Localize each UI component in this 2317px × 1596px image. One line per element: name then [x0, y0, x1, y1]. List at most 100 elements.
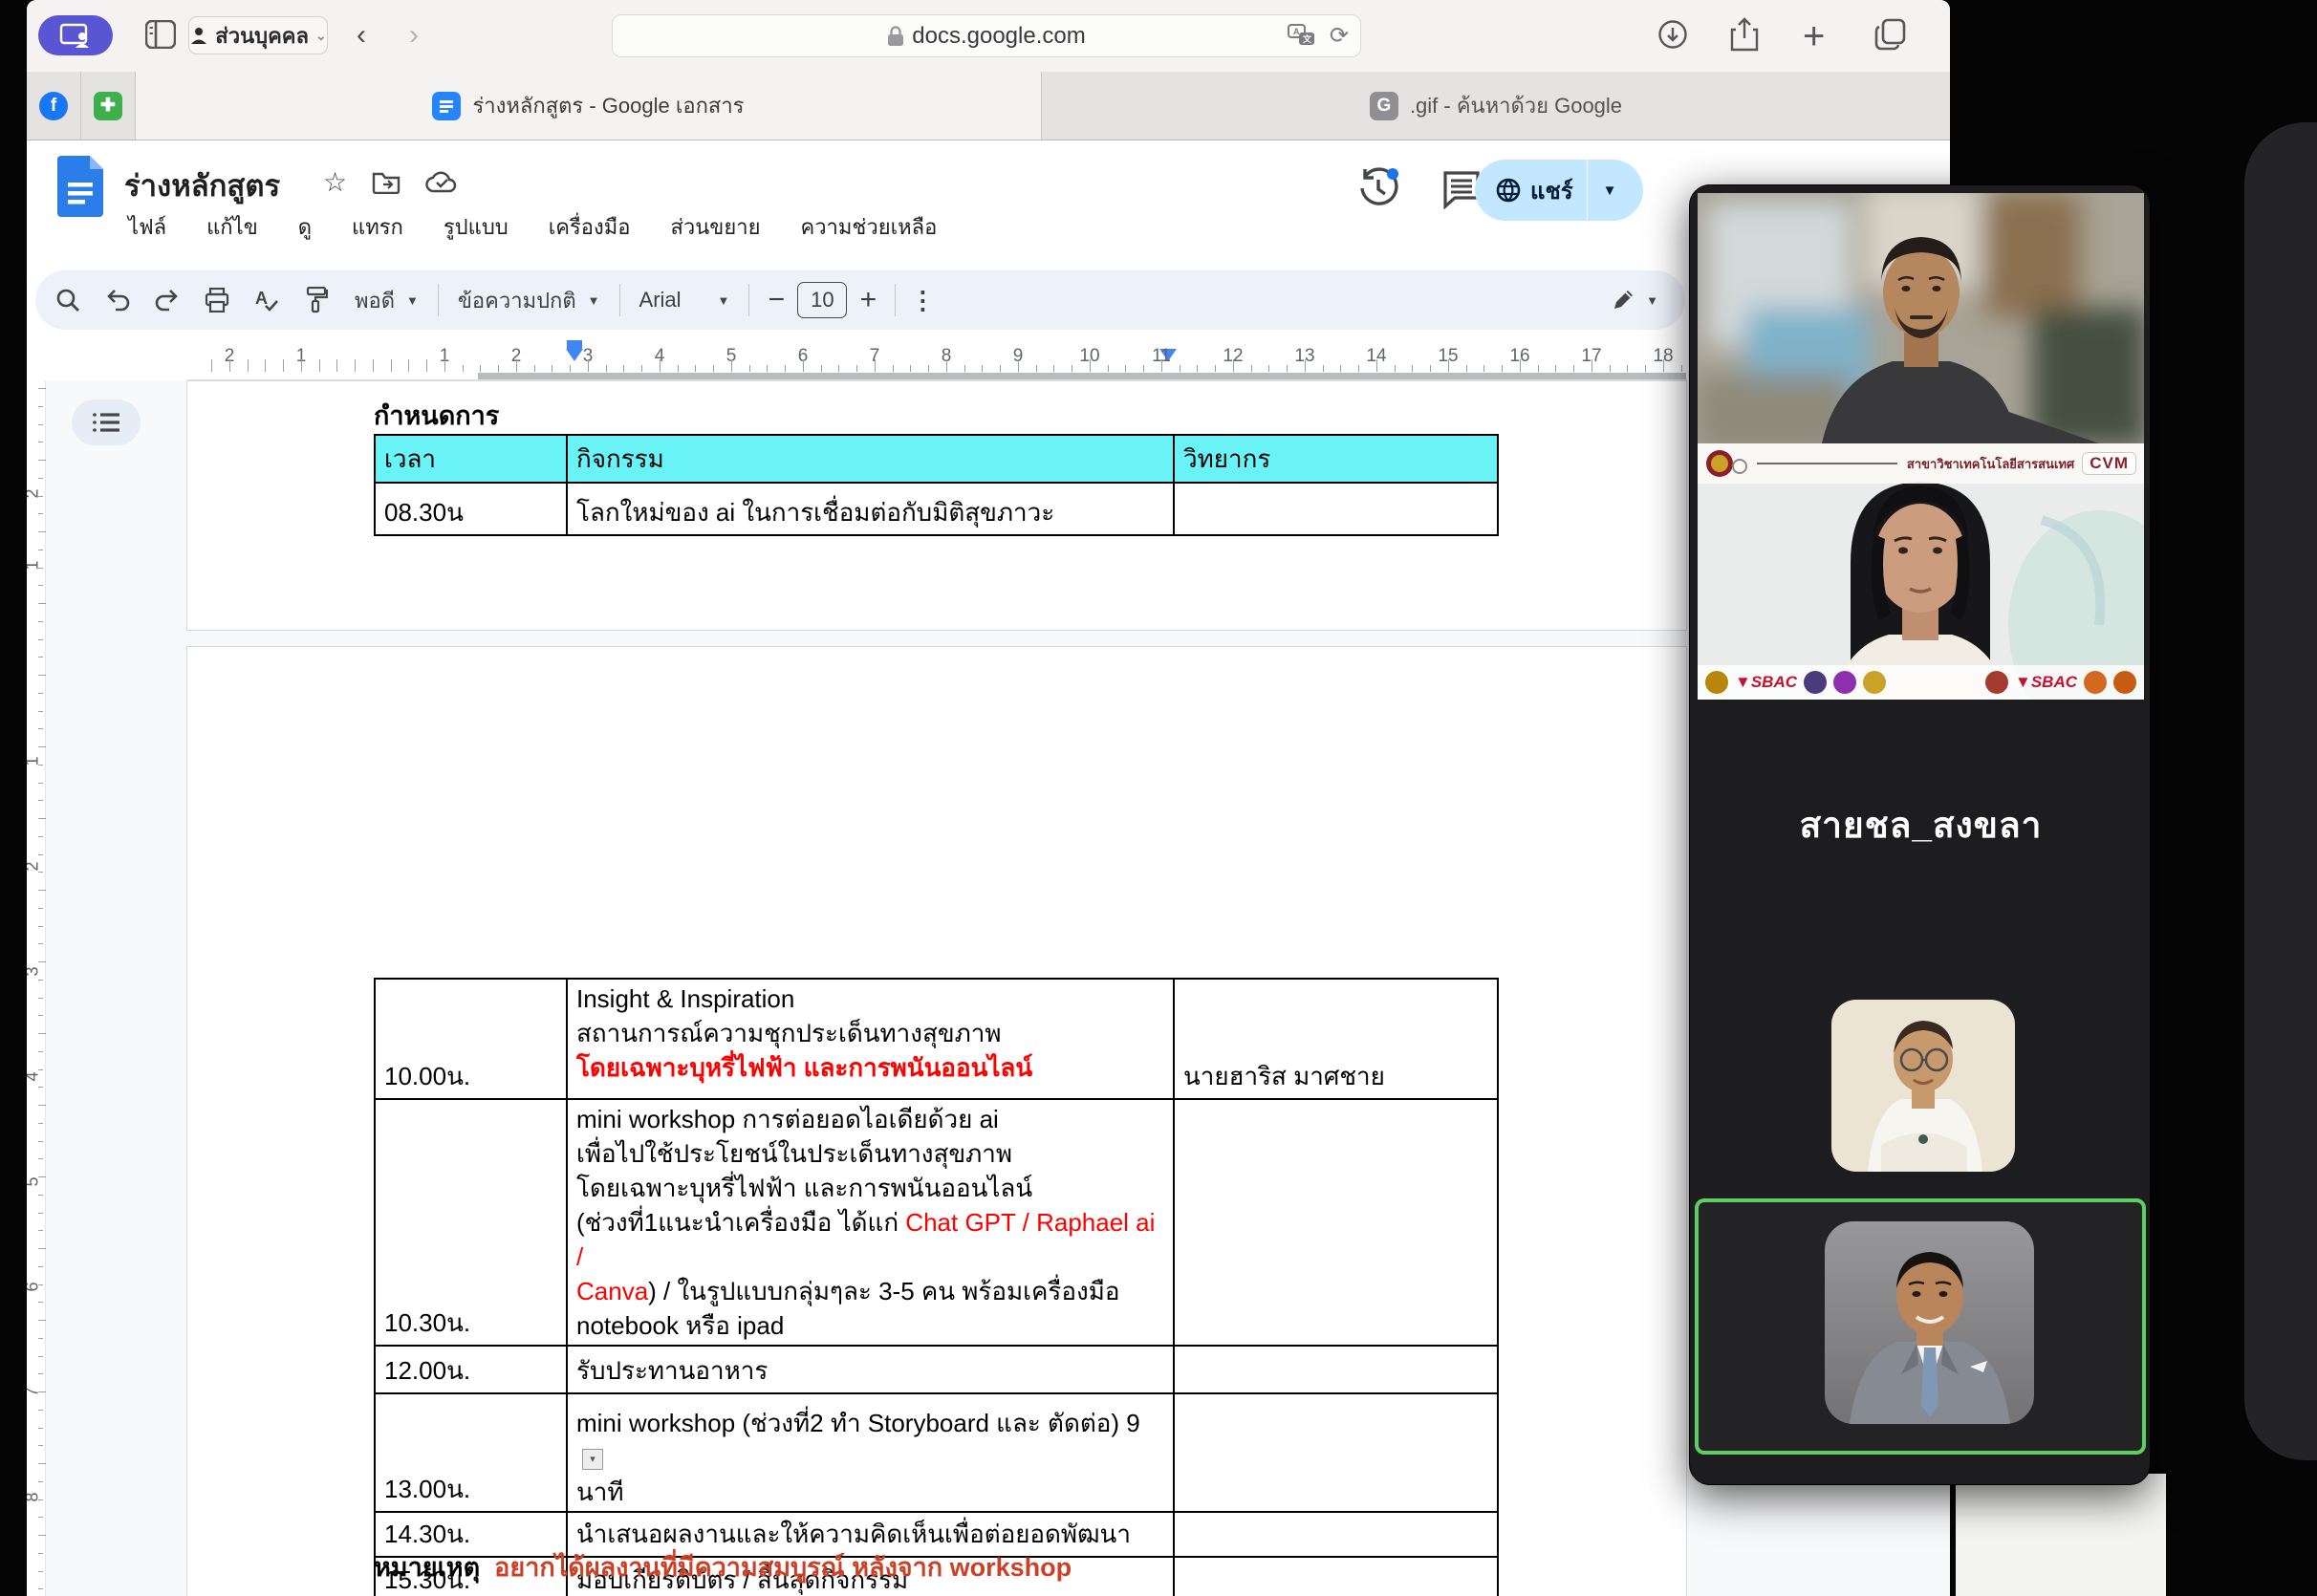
- editing-mode-button[interactable]: ▼: [1598, 289, 1672, 312]
- share-icon: [1730, 17, 1759, 52]
- participant-video-1[interactable]: [1698, 193, 2144, 443]
- undo-button[interactable]: [93, 277, 142, 323]
- profile-menu[interactable]: ส่วนบุคคล ⌄: [188, 16, 328, 54]
- menu-format[interactable]: รูปแบบ: [438, 207, 514, 247]
- schedule-table-1[interactable]: เวลา กิจกรรม วิทยากร 08.30น โลกใหม่ของ a…: [374, 434, 1499, 536]
- reload-icon[interactable]: ⟳: [1330, 22, 1349, 50]
- menu-edit[interactable]: แก้ไข: [201, 207, 264, 247]
- desktop-background-shape: [2244, 122, 2317, 1460]
- tab-bar: f ✚ ร่างหลักสูตร - Google เอกสาร G .gif …: [27, 72, 1950, 140]
- decrease-font-button[interactable]: −: [755, 277, 797, 323]
- chevron-down-icon: ⌄: [315, 28, 327, 44]
- share-dropdown-arrow[interactable]: ▼: [1588, 183, 1633, 199]
- redo-icon: [155, 289, 180, 312]
- tab-google-docs[interactable]: ร่างหลักสูตร - Google เอกสาร: [136, 72, 1042, 140]
- styles-select[interactable]: ข้อความปกติ▼: [444, 284, 614, 317]
- style-value: ข้อความปกติ: [458, 284, 576, 317]
- show-outline-button[interactable]: [72, 399, 141, 445]
- downloads-button[interactable]: [1657, 19, 1688, 56]
- logo-circle-navy: [1804, 671, 1827, 694]
- active-speaker-tile[interactable]: [1695, 1198, 2146, 1455]
- tab-overview-button[interactable]: [1873, 17, 1908, 56]
- page-2[interactable]: 10.00น. Insight & Inspiration สถานการณ์ค…: [186, 646, 1687, 1596]
- participant-video-2[interactable]: สาขาวิชาเทคโนโลยีสารสนเทศ CVM ▼SBAC ▼SBA…: [1698, 443, 2144, 700]
- screen-share-button[interactable]: [38, 15, 113, 55]
- undo-icon: [105, 289, 130, 312]
- cloud-saved-icon[interactable]: [425, 170, 458, 195]
- paint-format-button[interactable]: [292, 277, 341, 323]
- globe-icon: [1496, 178, 1521, 203]
- participant-avatar-4: [1825, 1221, 2034, 1424]
- increase-font-button[interactable]: +: [847, 277, 889, 323]
- cell-activity: โลกใหม่ของ ai ในการเชื่อมต่อกับมิติสุขภา…: [567, 483, 1174, 535]
- menu-file[interactable]: ไฟล์: [122, 207, 172, 247]
- horizontal-ruler[interactable]: 21123456789101112131415161718: [186, 340, 1687, 380]
- schedule-table-2[interactable]: 10.00น. Insight & Inspiration สถานการณ์ค…: [374, 978, 1499, 1596]
- menu-extensions[interactable]: ส่วนขยาย: [664, 207, 766, 247]
- sbac-logo: ▼SBAC: [1735, 673, 1797, 692]
- zoom-select[interactable]: พอดี▼: [341, 284, 432, 317]
- profile-label: ส่วนบุคคล: [215, 19, 309, 53]
- video-conference-panel[interactable]: สาขาวิชาเทคโนโลยีสารสนเทศ CVM ▼SBAC ▼SBA…: [1689, 184, 2151, 1485]
- tab-google-search[interactable]: G .gif - ค้นหาด้วย Google: [1042, 72, 1950, 140]
- history-clock-icon: [1357, 167, 1399, 209]
- screen-share-icon: [59, 23, 92, 48]
- header-speaker: วิทยากร: [1174, 435, 1498, 483]
- banner-divider: [1757, 463, 1897, 464]
- note-label: หมายเหตุ: [374, 1553, 480, 1582]
- participant-avatar-3[interactable]: [1831, 1000, 2015, 1172]
- move-folder-icon[interactable]: [372, 171, 401, 194]
- cell-speaker: [1174, 1393, 1498, 1512]
- logo-circle-orange: [2084, 671, 2107, 694]
- sidebar-toggle-button[interactable]: [145, 20, 176, 54]
- search-menus-button[interactable]: [43, 277, 93, 323]
- star-icon[interactable]: ☆: [323, 166, 347, 198]
- redo-button[interactable]: [142, 277, 192, 323]
- font-size-input[interactable]: 10: [797, 282, 847, 318]
- section-title: กำหนดการ: [374, 395, 499, 436]
- download-icon: [1657, 19, 1688, 50]
- left-indent-marker[interactable]: [566, 349, 583, 361]
- pencil-icon: [1612, 289, 1635, 312]
- cell-speaker: นายฮาริส มาศชาย: [1174, 979, 1498, 1099]
- first-line-indent-marker[interactable]: [567, 340, 582, 349]
- logos-strip: ▼SBAC ▼SBAC: [1698, 665, 2144, 700]
- svg-text:A: A: [1293, 27, 1300, 36]
- back-button[interactable]: ‹: [357, 19, 366, 52]
- more-options-button[interactable]: ⋮: [901, 277, 943, 323]
- address-text: docs.google.com: [912, 23, 1085, 50]
- forward-button[interactable]: ›: [409, 19, 419, 52]
- cell-time: 10.00น.: [375, 979, 567, 1099]
- search-icon: [55, 288, 80, 313]
- menu-view[interactable]: ดู: [292, 207, 317, 247]
- translate-icon[interactable]: A 文: [1288, 24, 1316, 49]
- address-bar[interactable]: docs.google.com A 文 ⟳: [612, 14, 1361, 57]
- menu-help[interactable]: ความช่วยเหลือ: [794, 207, 942, 247]
- print-button[interactable]: [192, 277, 242, 323]
- cell-time: 10.30น.: [375, 1099, 567, 1346]
- facebook-icon: f: [39, 92, 68, 120]
- virtual-background-banner: สาขาวิชาเทคโนโลยีสารสนเทศ CVM: [1698, 443, 2144, 484]
- cell-activity: mini workshop (ช่วงที่2 ทำ Storyboard แล…: [567, 1393, 1174, 1512]
- tab-title: .gif - ค้นหาด้วย Google: [1410, 89, 1622, 122]
- spell-check-button[interactable]: A: [242, 277, 292, 323]
- safari-window: ส่วนบุคคล ⌄ ‹ › docs.google.com A 文: [27, 0, 1950, 1596]
- version-history-button[interactable]: [1357, 167, 1399, 214]
- pinned-tab-green[interactable]: ✚: [81, 72, 136, 140]
- vertical-ruler[interactable]: 2112345678: [27, 380, 46, 1596]
- document-title[interactable]: ร่างหลักสูตร: [124, 162, 280, 209]
- desktop: ส่วนบุคคล ⌄ ‹ › docs.google.com A 文: [0, 0, 2317, 1596]
- font-select[interactable]: Arial▼: [626, 288, 744, 313]
- page-1[interactable]: กำหนดการ เวลา กิจกรรม วิทยากร 08.30น โลก…: [186, 380, 1687, 631]
- cell-dropdown-icon[interactable]: ▾: [582, 1449, 603, 1470]
- pinned-tab-facebook[interactable]: f: [27, 72, 81, 140]
- cell-speaker: [1174, 1099, 1498, 1346]
- share-button[interactable]: [1730, 17, 1759, 56]
- new-tab-button[interactable]: +: [1803, 15, 1825, 58]
- outline-icon: [92, 412, 120, 433]
- menu-tools[interactable]: เครื่องมือ: [543, 207, 637, 247]
- font-value: Arial: [639, 288, 682, 313]
- share-split-button[interactable]: แชร์ ▼: [1475, 160, 1643, 221]
- table-row-1300: 13.00น. mini workshop (ช่วงที่2 ทำ Story…: [375, 1393, 1498, 1512]
- menu-insert[interactable]: แทรก: [346, 207, 409, 247]
